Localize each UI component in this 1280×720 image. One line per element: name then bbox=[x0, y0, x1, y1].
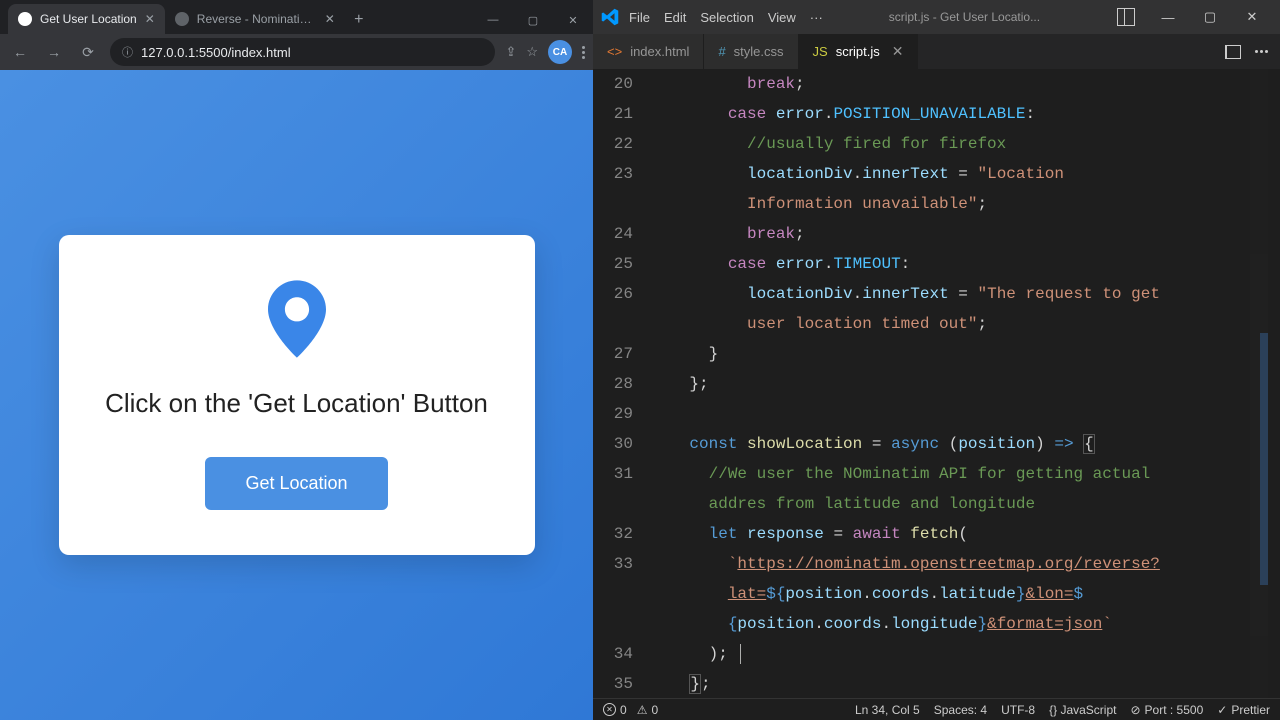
card-heading: Click on the 'Get Location' Button bbox=[105, 388, 488, 419]
status-encoding[interactable]: UTF-8 bbox=[1001, 703, 1035, 717]
back-button[interactable]: ← bbox=[8, 40, 32, 64]
browser-tab[interactable]: Reverse - Nominatim 4.0.1 ✕ bbox=[165, 4, 345, 34]
maximize-button[interactable]: ▢ bbox=[1190, 3, 1230, 31]
browser-tab-active[interactable]: Get User Location ✕ bbox=[8, 4, 165, 34]
more-actions-icon[interactable] bbox=[1255, 50, 1268, 53]
menu-file[interactable]: File bbox=[629, 10, 650, 25]
vscode-window: File Edit Selection View ··· script.js -… bbox=[593, 0, 1280, 720]
js-file-icon: JS bbox=[813, 44, 828, 59]
site-info-icon[interactable]: ⓘ bbox=[122, 44, 133, 60]
html-file-icon: <> bbox=[607, 44, 622, 59]
editor-tab-index-html[interactable]: <> index.html bbox=[593, 34, 704, 69]
status-port[interactable]: ⊘ Port : 5500 bbox=[1130, 703, 1203, 717]
window-controls: — ▢ ✕ bbox=[473, 6, 593, 34]
minimize-button[interactable]: — bbox=[1148, 3, 1188, 31]
reload-button[interactable]: ⟳ bbox=[76, 40, 100, 64]
status-cursor-position[interactable]: Ln 34, Col 5 bbox=[855, 703, 920, 717]
vscode-titlebar: File Edit Selection View ··· script.js -… bbox=[593, 0, 1280, 34]
favicon-icon bbox=[175, 12, 189, 26]
tab-label: Reverse - Nominatim 4.0.1 bbox=[197, 12, 317, 26]
get-location-button[interactable]: Get Location bbox=[205, 457, 387, 510]
vscode-menu: File Edit Selection View ··· bbox=[629, 10, 823, 25]
editor-tab-style-css[interactable]: # style.css bbox=[704, 34, 798, 69]
css-file-icon: # bbox=[718, 44, 725, 59]
layout-button[interactable] bbox=[1106, 3, 1146, 31]
close-button[interactable]: ✕ bbox=[1232, 3, 1272, 31]
browser-tabs: Get User Location ✕ Reverse - Nominatim … bbox=[0, 0, 473, 34]
toolbar-icons: ⇪ ☆ CA bbox=[505, 40, 585, 64]
line-number-gutter: 20212223242526272829303132333435 bbox=[593, 69, 651, 698]
browser-toolbar: ← → ⟳ ⓘ ⇪ ☆ CA bbox=[0, 34, 593, 70]
tab-close-icon[interactable]: ✕ bbox=[145, 12, 155, 26]
code-editor[interactable]: 20212223242526272829303132333435 break; … bbox=[593, 69, 1280, 698]
status-language[interactable]: {} JavaScript bbox=[1049, 703, 1116, 717]
status-warnings[interactable]: ⚠0 bbox=[637, 703, 658, 717]
menu-more[interactable]: ··· bbox=[810, 10, 823, 25]
browser-window: Get User Location ✕ Reverse - Nominatim … bbox=[0, 0, 593, 720]
forward-button[interactable]: → bbox=[42, 40, 66, 64]
minimize-button[interactable]: — bbox=[473, 6, 513, 34]
vscode-window-controls: — ▢ ✕ bbox=[1106, 3, 1272, 31]
tab-label: script.js bbox=[836, 44, 880, 59]
editor-tabs: <> index.html # style.css JS script.js ✕ bbox=[593, 34, 1280, 69]
tab-label: style.css bbox=[734, 44, 784, 59]
close-button[interactable]: ✕ bbox=[553, 6, 593, 34]
profile-avatar[interactable]: CA bbox=[548, 40, 572, 64]
maximize-button[interactable]: ▢ bbox=[513, 6, 553, 34]
tab-label: Get User Location bbox=[40, 12, 137, 26]
tab-close-icon[interactable]: ✕ bbox=[325, 12, 335, 26]
menu-edit[interactable]: Edit bbox=[664, 10, 686, 25]
editor-tab-script-js[interactable]: JS script.js ✕ bbox=[799, 34, 919, 69]
tabbar-actions bbox=[1213, 34, 1280, 69]
status-indentation[interactable]: Spaces: 4 bbox=[934, 703, 987, 717]
page-viewport: Click on the 'Get Location' Button Get L… bbox=[0, 70, 593, 720]
tab-close-icon[interactable]: ✕ bbox=[892, 43, 904, 60]
favicon-icon bbox=[18, 12, 32, 26]
status-errors[interactable]: ✕0 bbox=[603, 703, 627, 717]
menu-view[interactable]: View bbox=[768, 10, 796, 25]
new-tab-button[interactable]: + bbox=[345, 6, 373, 34]
tab-label: index.html bbox=[630, 44, 689, 59]
vscode-logo-icon bbox=[601, 8, 619, 26]
window-title: script.js - Get User Locatio... bbox=[823, 10, 1106, 24]
browser-titlebar: Get User Location ✕ Reverse - Nominatim … bbox=[0, 0, 593, 34]
share-icon[interactable]: ⇪ bbox=[505, 44, 516, 60]
browser-menu-icon[interactable] bbox=[582, 46, 585, 59]
status-bar: ✕0 ⚠0 Ln 34, Col 5 Spaces: 4 UTF-8 {} Ja… bbox=[593, 698, 1280, 720]
url-input[interactable] bbox=[141, 45, 483, 60]
bookmark-icon[interactable]: ☆ bbox=[526, 44, 538, 60]
minimap[interactable] bbox=[1250, 69, 1268, 698]
code-content[interactable]: break; case error.POSITION_UNAVAILABLE: … bbox=[651, 69, 1280, 698]
menu-selection[interactable]: Selection bbox=[700, 10, 753, 25]
location-card: Click on the 'Get Location' Button Get L… bbox=[59, 235, 535, 555]
status-prettier[interactable]: ✓ Prettier bbox=[1217, 703, 1270, 717]
location-pin-icon bbox=[268, 280, 326, 363]
address-bar[interactable]: ⓘ bbox=[110, 38, 495, 66]
split-editor-icon[interactable] bbox=[1225, 45, 1241, 59]
